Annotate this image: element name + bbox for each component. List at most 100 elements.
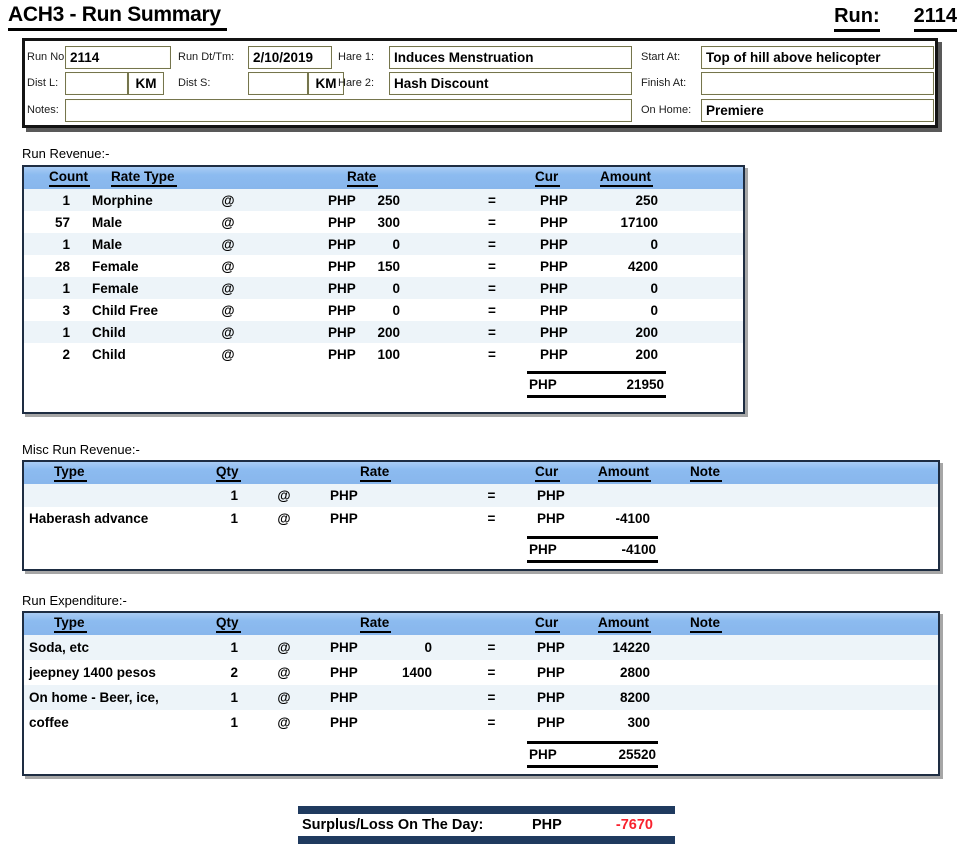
rate-value: 250: [377, 192, 400, 208]
table-row: 3 Child Free @ PHP 0 = PHP 0: [24, 299, 743, 321]
rate-currency: PHP: [328, 280, 356, 296]
rate-cell: PHP 200: [324, 325, 402, 340]
equals-symbol: =: [488, 192, 496, 208]
run-no-field[interactable]: 2114: [65, 46, 171, 69]
equals-symbol: =: [488, 258, 496, 274]
at-symbol: @: [277, 690, 291, 705]
qty-cell: 1: [230, 715, 238, 730]
currency-cell: PHP: [540, 280, 568, 296]
table-row: Haberash advance 1 @ PHP = PHP -4100: [24, 507, 938, 530]
total-amount: 25520: [618, 747, 656, 762]
run-date-field[interactable]: 2/10/2019: [248, 46, 332, 69]
count-cell: 1: [62, 280, 70, 296]
surplus-amount: -7670: [615, 817, 653, 833]
run-summary-report: ACH3 - Run Summary Run: 2114 Run No: 211…: [0, 0, 979, 857]
equals-symbol: =: [487, 511, 496, 526]
rate-value: 150: [377, 258, 400, 274]
rate-type-cell: Female: [92, 280, 139, 296]
col-cur: Cur: [535, 169, 561, 187]
run-revenue-total: PHP 21950: [527, 371, 666, 398]
count-cell: 1: [62, 236, 70, 252]
table-row: 1 Female @ PHP 0 = PHP 0: [24, 277, 743, 299]
notes-label: Notes:: [27, 104, 59, 116]
col-type: Type: [54, 615, 87, 633]
rate-currency: PHP: [328, 324, 356, 340]
amount-cell: 200: [635, 346, 658, 362]
dist-l-field[interactable]: [65, 72, 128, 95]
notes-field[interactable]: [65, 99, 632, 122]
at-symbol: @: [221, 302, 235, 318]
run-dt-label: Run Dt/Tm:: [178, 51, 235, 63]
hare2-label: Hare 2:: [338, 77, 375, 89]
amount-cell: 8200: [619, 690, 650, 705]
run-header: Run: 2114: [834, 5, 957, 32]
currency-cell: PHP: [540, 192, 568, 208]
at-symbol: @: [221, 236, 235, 252]
qty-cell: 2: [230, 665, 238, 680]
rate-value: 1400: [401, 665, 432, 680]
at-symbol: @: [221, 214, 235, 230]
start-at-label: Start At:: [641, 51, 681, 63]
misc-revenue-header-row: Type Qty Rate Cur Amount Note: [24, 462, 938, 484]
rate-currency: PHP: [330, 488, 358, 503]
table-row: jeepney 1400 pesos 2 @ PHP 1400 = PHP 28…: [24, 660, 938, 685]
qty-cell: 1: [230, 488, 238, 503]
rate-currency: PHP: [328, 346, 356, 362]
at-symbol: @: [221, 280, 235, 296]
expenditure-rows: Soda, etc 1 @ PHP 0 = PHP 14220 jeepney …: [24, 635, 938, 735]
type-cell: coffee: [29, 715, 69, 730]
rate-currency: PHP: [328, 214, 356, 230]
rate-currency: PHP: [330, 715, 358, 730]
table-row: 2 Child @ PHP 100 = PHP 200: [24, 343, 743, 365]
rate-value: 0: [392, 280, 400, 296]
amount-cell: 250: [635, 192, 658, 208]
hare1-field[interactable]: Induces Menstruation: [389, 46, 632, 69]
amount-cell: 0: [650, 236, 658, 252]
surplus-currency: PHP: [532, 817, 562, 833]
finish-at-label: Finish At:: [641, 77, 687, 89]
equals-symbol: =: [487, 665, 496, 680]
col-note: Note: [690, 615, 722, 633]
currency-cell: PHP: [540, 214, 568, 230]
rate-cell: PHP 0: [324, 281, 402, 296]
equals-symbol: =: [487, 488, 496, 503]
qty-cell: 1: [230, 690, 238, 705]
count-cell: 1: [62, 192, 70, 208]
start-at-field[interactable]: Top of hill above helicopter: [701, 46, 934, 69]
rate-currency: PHP: [330, 690, 358, 705]
currency-cell: PHP: [540, 302, 568, 318]
expenditure-section-label: Run Expenditure:-: [22, 593, 127, 608]
amount-cell: 17100: [620, 214, 658, 230]
count-cell: 3: [62, 302, 70, 318]
rate-type-cell: Child: [92, 346, 126, 362]
expenditure-total: PHP 25520: [527, 741, 658, 768]
finish-at-field[interactable]: [701, 72, 934, 95]
at-symbol: @: [277, 511, 291, 526]
rate-cell: PHP 0: [324, 237, 402, 252]
at-symbol: @: [277, 488, 291, 503]
at-symbol: @: [221, 324, 235, 340]
on-home-label: On Home:: [641, 104, 692, 116]
currency-cell: PHP: [537, 640, 565, 655]
rate-cell: PHP 150: [324, 259, 402, 274]
rate-cell: PHP 0: [324, 640, 432, 655]
hare2-field[interactable]: Hash Discount: [389, 72, 632, 95]
run-revenue-header-row: Count Rate Type Rate Cur Amount: [24, 167, 743, 189]
rate-cell: PHP 1400: [324, 665, 432, 680]
currency-cell: PHP: [540, 236, 568, 252]
type-cell: jeepney 1400 pesos: [29, 665, 156, 680]
on-home-field[interactable]: Premiere: [701, 99, 934, 122]
table-row: 1 Morphine @ PHP 250 = PHP 250: [24, 189, 743, 211]
table-row: 28 Female @ PHP 150 = PHP 4200: [24, 255, 743, 277]
dist-s-field[interactable]: [248, 72, 308, 95]
currency-cell: PHP: [537, 665, 565, 680]
currency-cell: PHP: [540, 346, 568, 362]
total-amount: -4100: [621, 542, 656, 557]
misc-revenue-section-label: Misc Run Revenue:-: [22, 442, 140, 457]
rate-type-cell: Child Free: [92, 302, 159, 318]
dist-l-label: Dist L:: [27, 77, 59, 89]
rate-type-cell: Female: [92, 258, 139, 274]
table-row: 57 Male @ PHP 300 = PHP 17100: [24, 211, 743, 233]
equals-symbol: =: [488, 346, 496, 362]
currency-cell: PHP: [537, 715, 565, 730]
